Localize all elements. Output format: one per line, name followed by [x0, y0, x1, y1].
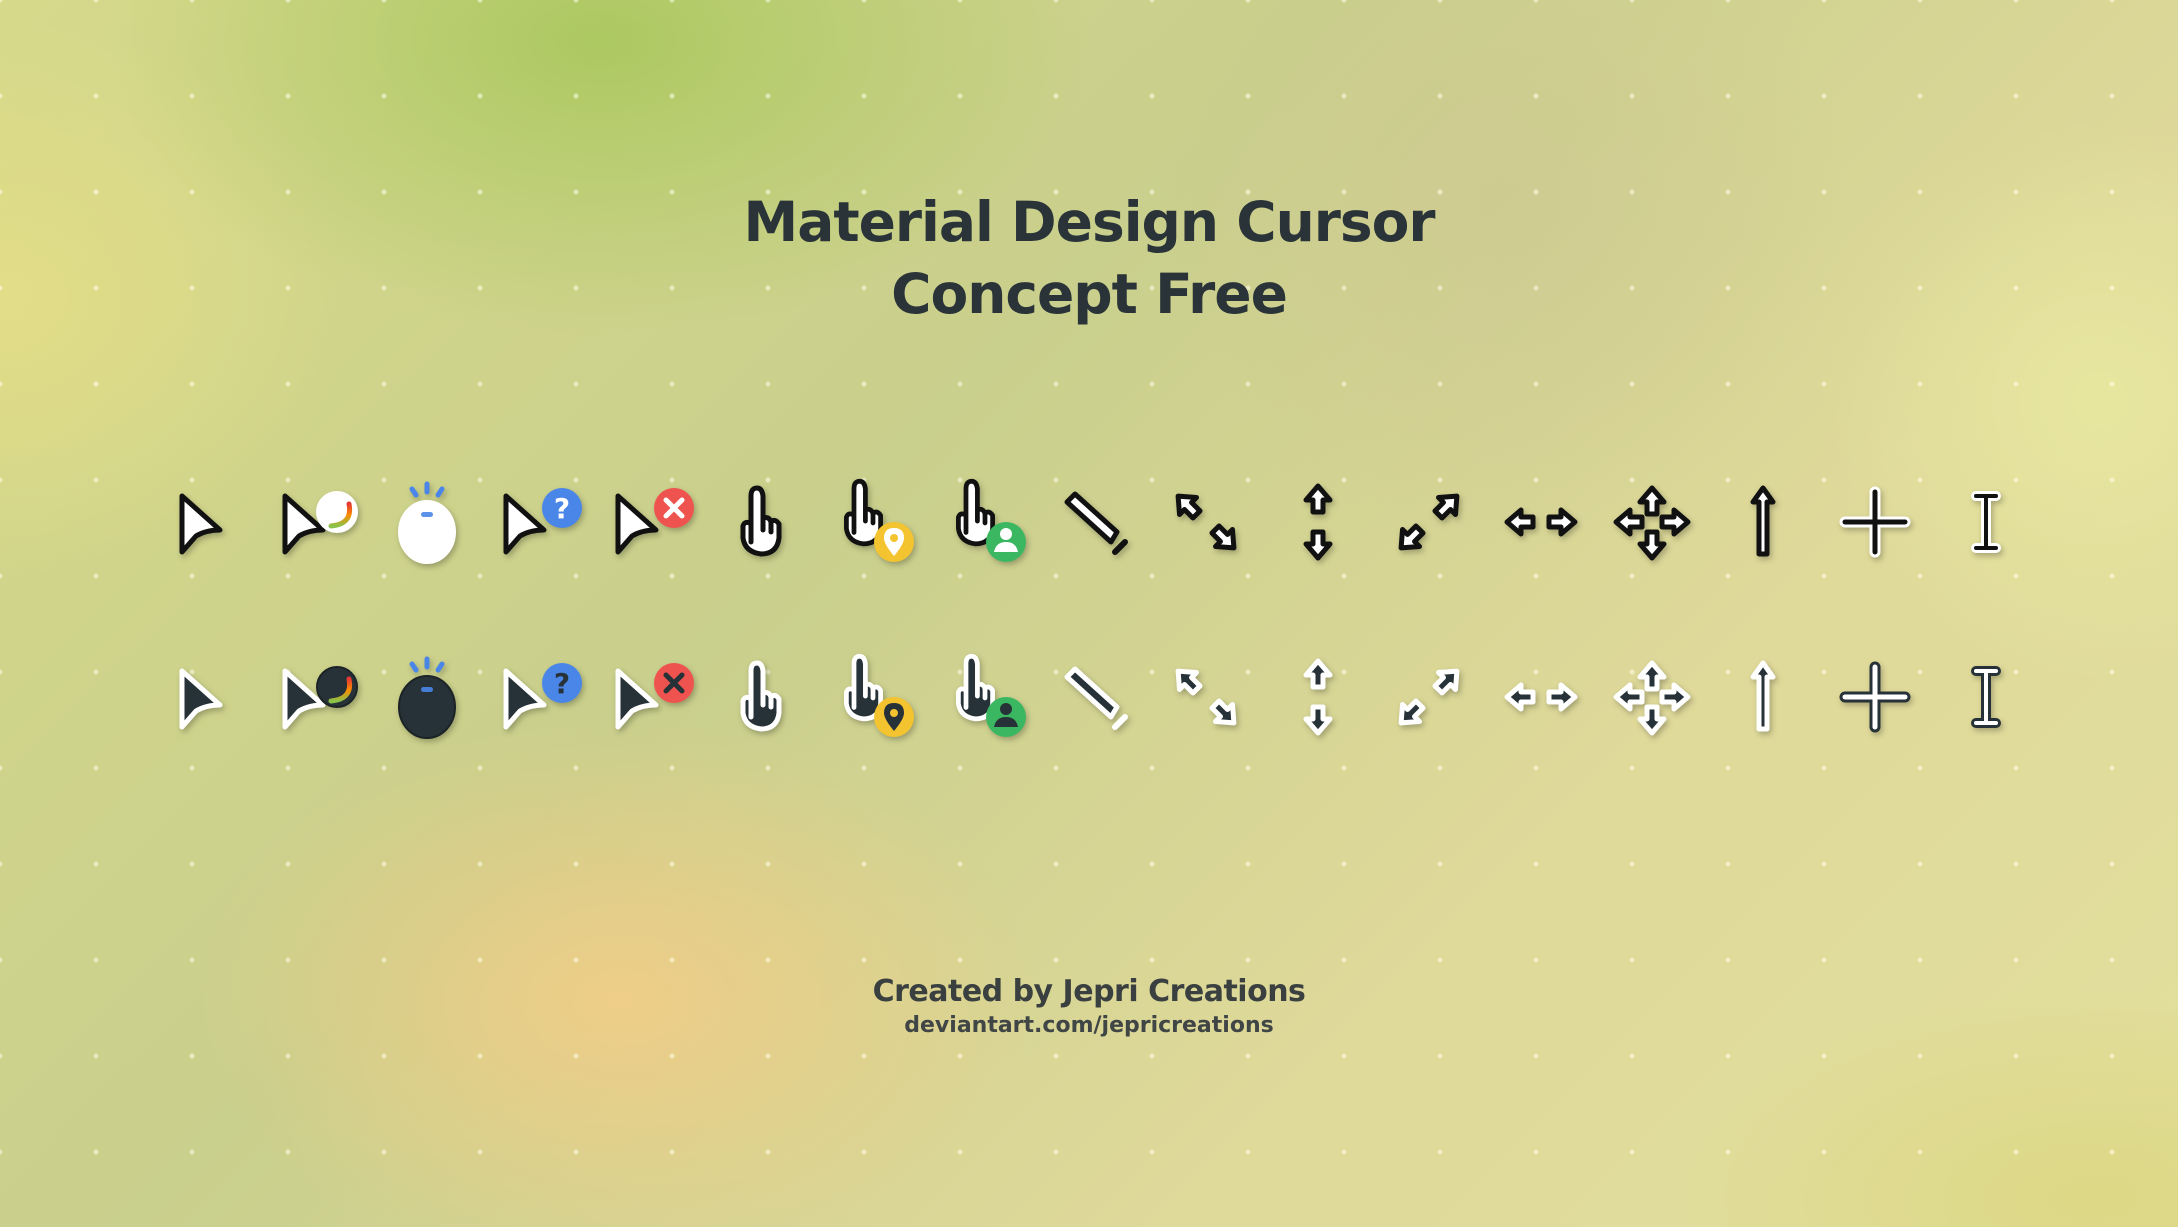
- alternate-select-icon: [1750, 660, 1776, 732]
- busy-cursor: [373, 642, 481, 752]
- text-select-cursor: [1932, 642, 2040, 752]
- diagonal-resize-2-cursor: [1375, 642, 1483, 752]
- location-select-cursor: [818, 467, 926, 577]
- vertical-resize-cursor: [1264, 642, 1372, 752]
- handwriting-cursor: [1041, 642, 1149, 752]
- help-select-icon: ?: [503, 663, 583, 730]
- diagonal-resize-2-cursor: [1375, 467, 1483, 577]
- precision-select-icon: [1839, 661, 1911, 733]
- horizontal-resize-icon: [1504, 682, 1577, 712]
- location-select-icon: [844, 478, 915, 562]
- cursor-row-light: ?: [150, 467, 2040, 577]
- cursor-row-dark: ?: [150, 642, 2040, 752]
- handwriting-icon: [1064, 491, 1128, 555]
- location-select-icon: [844, 653, 915, 737]
- working-in-background-cursor: [261, 642, 369, 752]
- busy-cursor: [373, 467, 481, 577]
- precision-select-icon: [1839, 486, 1911, 558]
- busy-icon: [397, 656, 456, 739]
- person-select-icon: [955, 478, 1026, 562]
- link-select-cursor: [707, 467, 815, 577]
- handwriting-icon: [1064, 666, 1128, 730]
- creator-credit: Created by Jepri Creations: [872, 974, 1306, 1009]
- diagonal-resize-1-icon: [1175, 493, 1237, 551]
- person-select-cursor: [930, 467, 1038, 577]
- text-select-cursor: [1932, 467, 2040, 577]
- person-select-cursor: [930, 642, 1038, 752]
- page-title: Material Design Cursor Concept Free: [0, 186, 2178, 330]
- footer: Created by Jepri Creations deviantart.co…: [0, 972, 2178, 1040]
- horizontal-resize-cursor: [1487, 467, 1595, 577]
- link-select-cursor: [707, 642, 815, 752]
- move-cursor: [1598, 467, 1706, 577]
- text-select-icon: [1971, 491, 2001, 553]
- alternate-select-icon: [1750, 485, 1776, 557]
- working-in-background-icon: [282, 666, 359, 730]
- working-in-background-cursor: [261, 467, 369, 577]
- unavailable-icon: [615, 488, 694, 555]
- alternate-select-cursor: [1709, 467, 1817, 577]
- title-line-1: Material Design Cursor: [743, 190, 1435, 254]
- working-in-background-icon: [282, 491, 359, 555]
- horizontal-resize-icon: [1504, 507, 1577, 537]
- vertical-resize-icon: [1303, 483, 1333, 561]
- move-icon: [1613, 485, 1691, 561]
- location-select-cursor: [818, 642, 926, 752]
- diagonal-resize-2-icon: [1398, 493, 1460, 551]
- handwriting-cursor: [1041, 467, 1149, 577]
- move-cursor: [1598, 642, 1706, 752]
- diagonal-resize-1-icon: [1175, 668, 1237, 726]
- text-select-icon: [1971, 666, 2001, 728]
- help-select-cursor: ?: [484, 467, 592, 577]
- help-select-cursor: ?: [484, 642, 592, 752]
- help-select-icon: ?: [503, 488, 583, 555]
- svg-text:?: ?: [554, 492, 570, 525]
- title-line-2: Concept Free: [891, 262, 1288, 326]
- unavailable-cursor: [596, 467, 704, 577]
- arrow-pointer-icon: [179, 493, 223, 555]
- diagonal-resize-1-cursor: [1152, 467, 1260, 577]
- arrow-pointer-cursor: [150, 467, 258, 577]
- vertical-resize-cursor: [1264, 467, 1372, 577]
- unavailable-cursor: [596, 642, 704, 752]
- person-select-icon: [955, 653, 1026, 737]
- link-select-icon: [740, 485, 782, 557]
- svg-text:?: ?: [554, 667, 570, 700]
- arrow-pointer-cursor: [150, 642, 258, 752]
- move-icon: [1613, 660, 1691, 736]
- precision-select-cursor: [1821, 642, 1929, 752]
- dot-grid-background: [0, 0, 2178, 1227]
- unavailable-icon: [615, 663, 694, 730]
- diagonal-resize-1-cursor: [1152, 642, 1260, 752]
- link-select-icon: [740, 660, 782, 732]
- arrow-pointer-icon: [179, 668, 223, 730]
- precision-select-cursor: [1821, 467, 1929, 577]
- diagonal-resize-2-icon: [1398, 668, 1460, 726]
- busy-icon: [397, 481, 456, 564]
- alternate-select-cursor: [1709, 642, 1817, 752]
- vertical-resize-icon: [1303, 658, 1333, 736]
- horizontal-resize-cursor: [1487, 642, 1595, 752]
- creator-link: deviantart.com/jepricreations: [904, 1013, 1274, 1038]
